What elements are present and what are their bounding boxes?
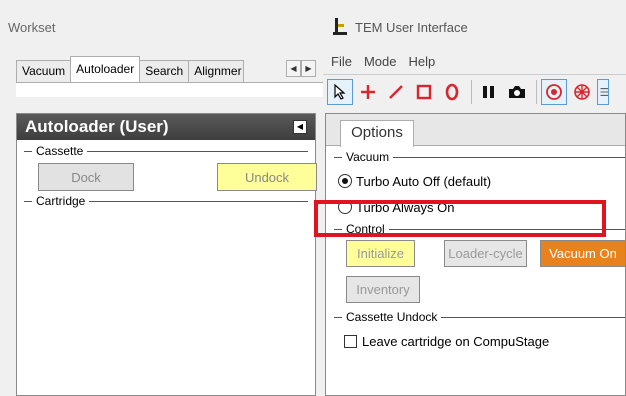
collapse-left-icon[interactable]: ◀	[293, 120, 307, 134]
tab-autoloader[interactable]: Autoloader	[70, 56, 141, 82]
vacuum-group: Vacuum	[334, 150, 625, 164]
select-arrow-icon[interactable]	[327, 78, 353, 105]
options-panel: Options Vacuum Turbo Auto Off (default) …	[314, 113, 626, 396]
workset-tabs: Vacuum Autoloader Search Alignmer	[16, 56, 245, 82]
inventory-button[interactable]: Inventory	[346, 276, 420, 303]
camera-icon[interactable]	[504, 79, 530, 105]
tem-window-title: TEM User Interface	[355, 19, 468, 35]
turbo-auto-off-label: Turbo Auto Off (default)	[356, 173, 492, 189]
pause-icon[interactable]	[476, 79, 502, 105]
leave-cartridge-label: Leave cartridge on CompuStage	[362, 333, 550, 349]
radio-selected-icon[interactable]	[338, 174, 352, 188]
control-buttons-row2: Inventory	[334, 272, 625, 308]
dock-button[interactable]: Dock	[38, 163, 134, 191]
toolbar	[323, 74, 626, 108]
cassette-buttons: Dock Undock	[34, 158, 317, 198]
workset-title: Workset	[8, 20, 56, 35]
snowflake-icon[interactable]	[569, 79, 595, 105]
loader-cycle-button[interactable]: Loader-cycle	[444, 240, 527, 267]
crosshair-icon[interactable]	[355, 79, 381, 105]
menu-file[interactable]: File	[331, 54, 352, 69]
microscope-icon	[333, 18, 349, 36]
initialize-button[interactable]: Initialize	[346, 240, 415, 267]
square-icon[interactable]	[411, 79, 437, 105]
tab-scroll-right-icon[interactable]: ▶	[301, 60, 316, 77]
workset-window: Workset Vacuum Autoloader Search Alignme…	[0, 0, 323, 396]
turbo-auto-off-radio[interactable]: Turbo Auto Off (default)	[338, 168, 625, 194]
cassette-group: Cassette	[24, 144, 308, 158]
options-tab-row: Options	[326, 114, 625, 147]
menu-help[interactable]: Help	[408, 54, 435, 69]
undock-button[interactable]: Undock	[217, 163, 317, 191]
menu-mode[interactable]: Mode	[364, 54, 397, 69]
tab-options[interactable]: Options	[340, 120, 414, 147]
autoloader-panel-body: Cassette Dock Undock Cartridge	[17, 140, 317, 210]
cassette-label: Cassette	[36, 144, 84, 158]
tab-search[interactable]: Search	[139, 60, 190, 82]
autoloader-panel-header: Autoloader (User) ◀	[17, 114, 315, 140]
tab-scroll-left-icon[interactable]: ◀	[286, 60, 301, 77]
menu-bar: File Mode Help	[331, 54, 447, 69]
autoloader-panel-title: Autoloader (User)	[25, 117, 169, 136]
tab-alignment[interactable]: Alignmer	[188, 60, 245, 82]
highlight-box	[314, 200, 606, 237]
vacuum-label: Vacuum	[346, 150, 390, 164]
tab-vacuum[interactable]: Vacuum	[16, 60, 72, 82]
leave-cartridge-checkbox[interactable]: Leave cartridge on CompuStage	[344, 328, 625, 354]
target-icon[interactable]	[541, 78, 567, 105]
options-body: Vacuum Turbo Auto Off (default) Turbo Al…	[314, 150, 626, 354]
line-icon[interactable]	[383, 79, 409, 105]
tab-content-strip	[16, 82, 323, 97]
tem-titlebar: TEM User Interface	[333, 16, 468, 38]
grid-icon[interactable]	[597, 78, 609, 105]
checkbox-unchecked-icon[interactable]	[344, 334, 357, 348]
cassette-undock-group: Cassette Undock	[334, 310, 625, 324]
cassette-undock-label: Cassette Undock	[346, 310, 438, 324]
tem-window: TEM User Interface File Mode Help Option…	[314, 0, 626, 396]
circle-icon[interactable]	[439, 79, 465, 105]
control-buttons-row1: Initialize Loader-cycle Vacuum On	[334, 236, 626, 272]
vacuum-on-button[interactable]: Vacuum On	[540, 240, 626, 267]
tab-scroll-buttons: ◀ ▶	[286, 60, 316, 77]
autoloader-panel: Autoloader (User) ◀ Cassette Dock Undock…	[16, 113, 317, 396]
